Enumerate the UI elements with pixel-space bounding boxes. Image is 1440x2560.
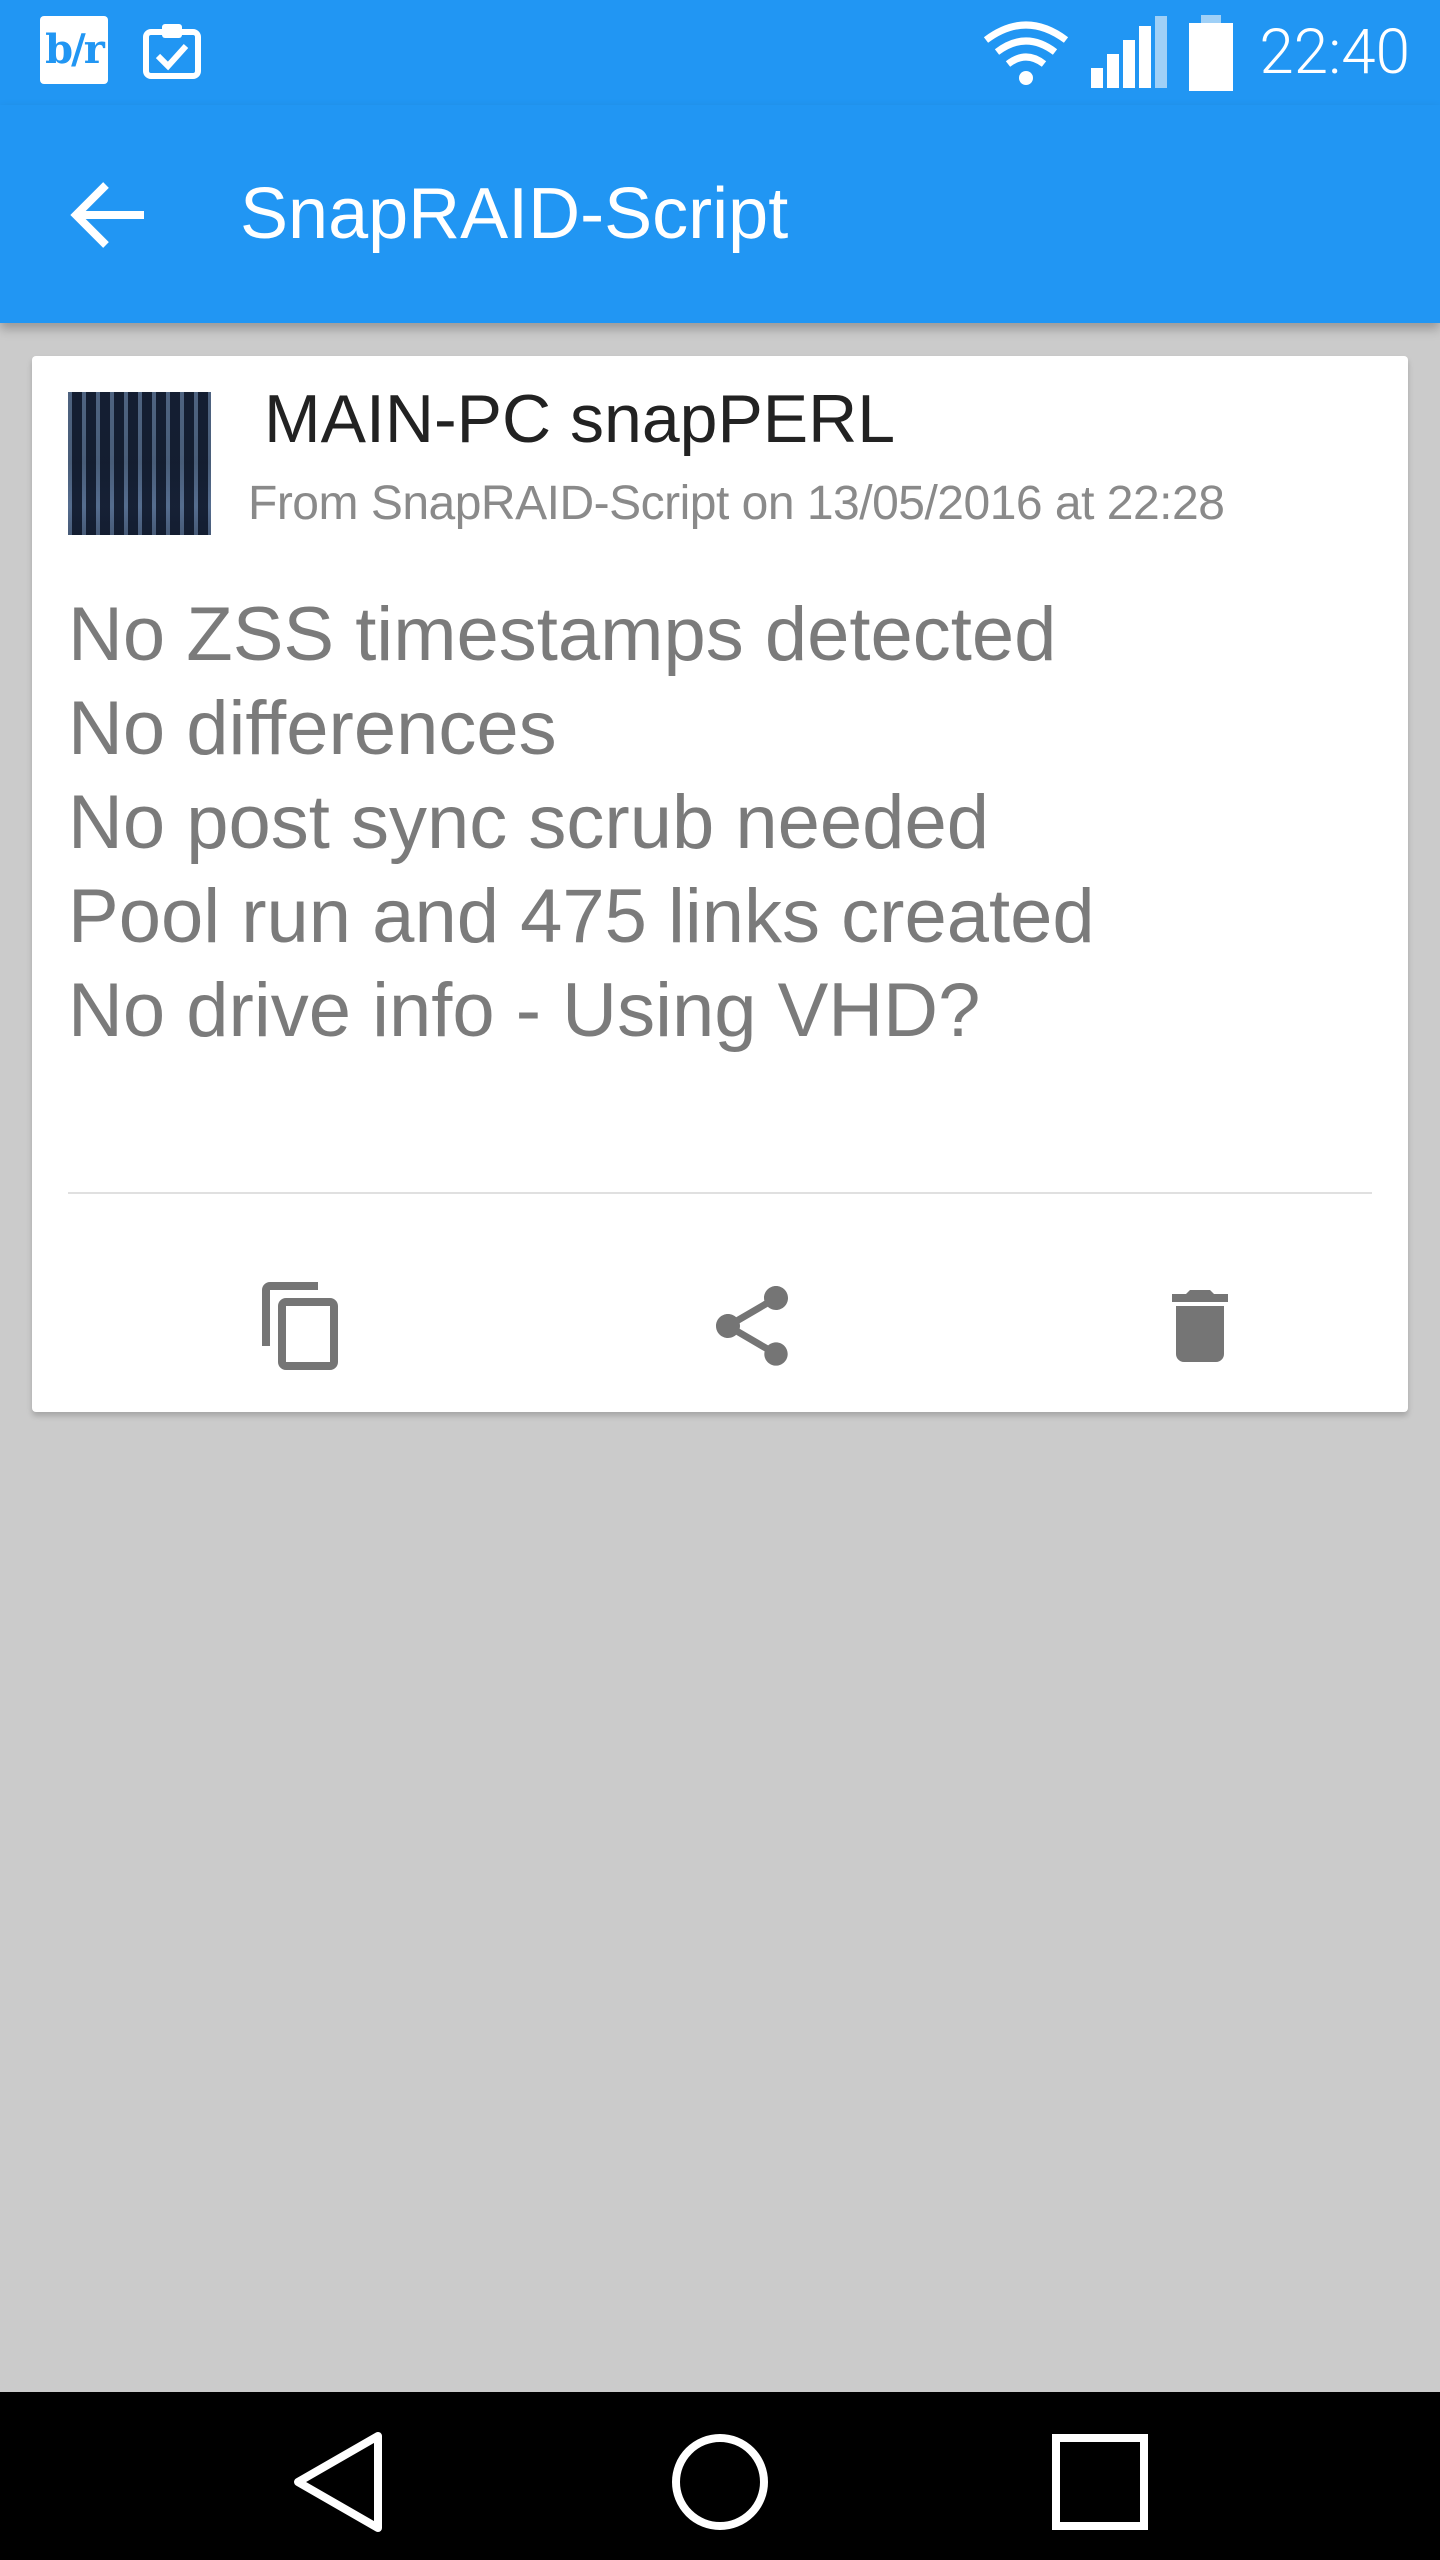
share-button[interactable] xyxy=(682,1256,822,1396)
message-body: No ZSS timestamps detected No difference… xyxy=(68,588,1368,1058)
signal-icon xyxy=(1091,15,1168,88)
delete-icon xyxy=(1172,1290,1228,1362)
share-icon xyxy=(716,1286,788,1366)
battery-icon xyxy=(1189,14,1234,91)
back-triangle-icon[interactable] xyxy=(278,2422,398,2542)
card-divider xyxy=(68,1192,1372,1194)
message-line: No ZSS timestamps detected xyxy=(68,592,1057,677)
message-line: No differences xyxy=(68,686,557,771)
page-title: SnapRAID-Script xyxy=(240,174,789,254)
status-time: 22:40 xyxy=(1259,16,1410,89)
copy-button[interactable] xyxy=(232,1256,372,1396)
status-bar: b/r 22:40 xyxy=(0,0,1440,105)
clipboard-check-icon xyxy=(143,24,201,79)
navigation-bar xyxy=(0,2392,1440,2560)
app-bar: SnapRAID-Script xyxy=(0,105,1440,323)
message-card: MAIN-PC snapPERL From SnapRAID-Script on… xyxy=(32,356,1408,1412)
wifi-icon xyxy=(984,21,1069,85)
recents-square-icon[interactable] xyxy=(1040,2422,1160,2542)
delete-button[interactable] xyxy=(1130,1256,1270,1396)
message-line: No post sync scrub needed xyxy=(68,780,989,865)
copy-icon xyxy=(262,1282,338,1370)
arrow-back-icon[interactable] xyxy=(60,165,160,265)
message-thumbnail xyxy=(68,392,211,535)
message-line: No drive info - Using VHD? xyxy=(68,968,981,1053)
message-subtitle: From SnapRAID-Script on 13/05/2016 at 22… xyxy=(248,477,1225,530)
message-line: Pool run and 475 links created xyxy=(68,874,1095,959)
message-title: MAIN-PC snapPERL xyxy=(264,381,896,457)
home-circle-icon[interactable] xyxy=(660,2422,780,2542)
bleacher-report-icon: b/r xyxy=(40,16,108,84)
